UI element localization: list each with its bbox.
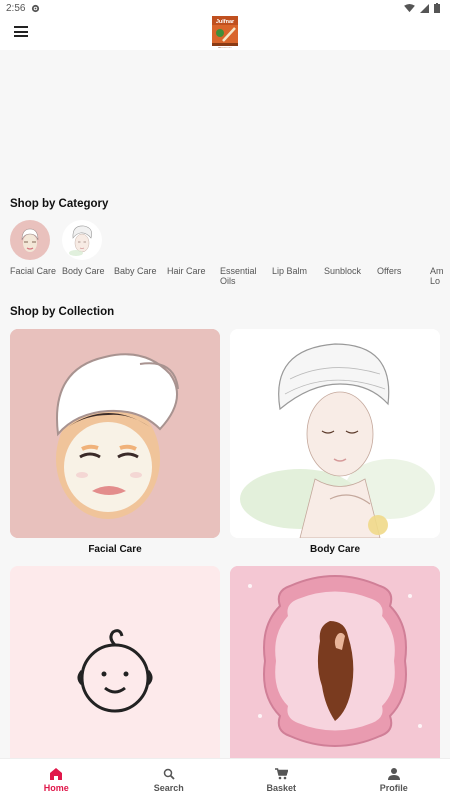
- category-label: Am Lo: [430, 266, 444, 286]
- collection-card-body-care[interactable]: [230, 329, 440, 538]
- nav-item-home[interactable]: Home: [0, 759, 113, 800]
- nav-item-profile[interactable]: Profile: [338, 759, 450, 800]
- app-bar: Julfnar Pharmacy: [0, 16, 450, 50]
- category-image: [10, 220, 50, 260]
- body-care-illustration: [230, 329, 440, 538]
- category-label: Lip Balm: [272, 266, 308, 276]
- hair-care-illustration: [230, 566, 440, 758]
- category-section-title: Shop by Category: [10, 198, 109, 210]
- category-label: Sunblock: [324, 266, 362, 276]
- collection-card-baby-care[interactable]: [10, 566, 220, 758]
- settings-gear-icon: [32, 4, 40, 12]
- menu-icon-line: [14, 30, 28, 33]
- menu-button[interactable]: [14, 26, 28, 38]
- battery-icon: [434, 3, 440, 13]
- person-icon: [387, 768, 400, 780]
- promo-banner[interactable]: [0, 50, 450, 190]
- category-label: Facial Care: [10, 266, 57, 276]
- nav-label: Search: [153, 783, 184, 793]
- nav-item-basket[interactable]: Basket: [225, 759, 338, 800]
- status-time: 2:56: [6, 2, 26, 14]
- category-label: Baby Care: [114, 266, 157, 276]
- home-icon: [50, 768, 63, 780]
- collection-section-title: Shop by Collection: [10, 306, 115, 318]
- cart-icon: [274, 768, 288, 780]
- menu-icon-line: [14, 26, 28, 28]
- baby-face-icon: [10, 566, 220, 758]
- nav-item-search[interactable]: Search: [113, 759, 226, 800]
- status-bar: 2:56: [0, 0, 450, 16]
- category-label: Offers: [377, 266, 402, 276]
- nav-label: Home: [43, 783, 69, 793]
- category-item-body-care[interactable]: Body Care: [62, 220, 110, 276]
- wifi-icon: [404, 3, 415, 12]
- category-label: Body Care: [62, 266, 105, 276]
- menu-icon-line: [14, 35, 28, 37]
- search-icon: [163, 768, 175, 780]
- category-item-facial-care[interactable]: Facial Care: [10, 220, 58, 276]
- cell-signal-icon: [420, 3, 429, 13]
- collection-card-facial-care[interactable]: [10, 329, 220, 538]
- category-label: Hair Care: [167, 266, 206, 276]
- collection-caption: Facial Care: [88, 544, 142, 555]
- svg-text:Pharmacy: Pharmacy: [218, 46, 232, 48]
- category-image: [62, 220, 102, 260]
- nav-label: Basket: [266, 783, 297, 793]
- collection-caption: Body Care: [309, 544, 360, 555]
- facial-mask-illustration: [10, 329, 220, 538]
- bottom-navigation: Home Search Basket Profile: [0, 758, 450, 800]
- category-row: Facial Care Body Care Baby Care Hair Car…: [10, 220, 450, 290]
- category-label: Essential Oils: [220, 266, 257, 286]
- svg-text:Julfnar: Julfnar: [216, 19, 235, 25]
- brand-logo[interactable]: Julfnar Pharmacy: [211, 16, 239, 48]
- nav-label: Profile: [379, 783, 408, 793]
- collection-card-hair-care[interactable]: [230, 566, 440, 758]
